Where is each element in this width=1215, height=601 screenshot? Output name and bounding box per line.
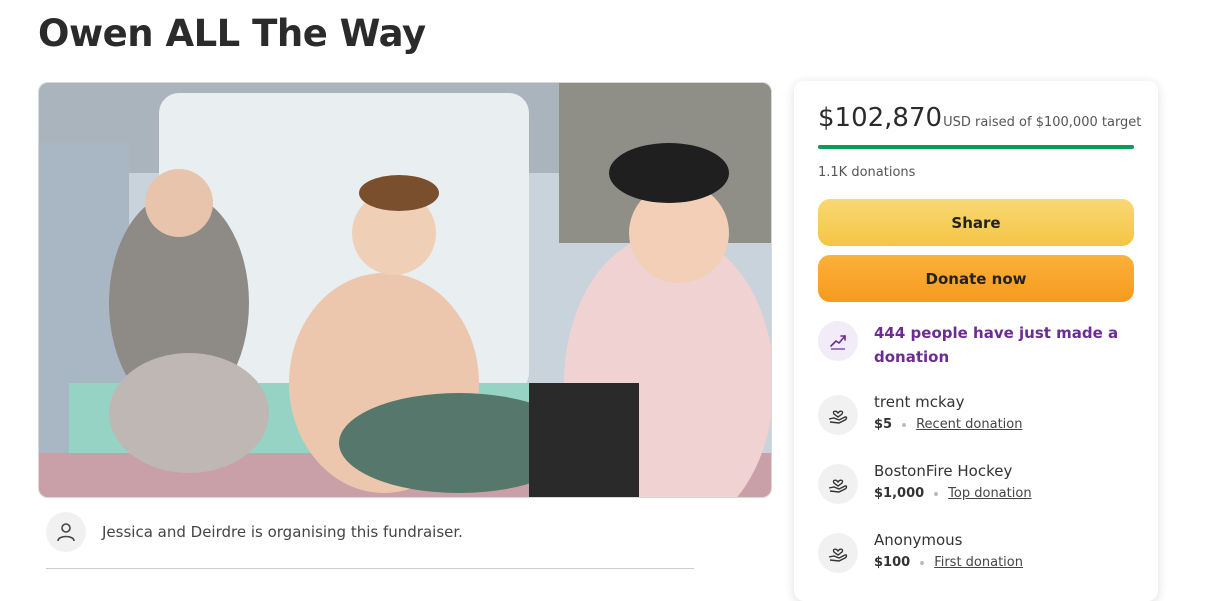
donor-amount: $5 xyxy=(874,417,893,432)
donation-card: $102,870 USD raised of $100,000 target 1… xyxy=(794,81,1158,601)
donor-detail: $5 Recent donation xyxy=(874,417,1022,432)
progress-fill xyxy=(818,145,1134,149)
separator-dot xyxy=(902,422,907,427)
donor-name: Anonymous xyxy=(874,531,963,549)
amount-raised: $102,870 USD raised of $100,000 target xyxy=(818,103,1141,133)
recent-activity-text: 444 people have just made a donation xyxy=(874,324,1119,366)
donor-detail: $100 First donation xyxy=(874,555,1023,570)
donor-item: BostonFire Hockey $1,000 Top donation xyxy=(818,462,1032,504)
donor-item: Anonymous $100 First donation xyxy=(818,531,1023,573)
separator-dot xyxy=(920,560,925,565)
donor-item: trent mckay $5 Recent donation xyxy=(818,393,1022,435)
divider xyxy=(46,568,694,569)
campaign-photo xyxy=(38,82,772,498)
separator-dot xyxy=(934,491,939,496)
organiser-text: Jessica and Deirdre is organising this f… xyxy=(102,523,463,541)
recent-activity: 444 people have just made a donation xyxy=(818,321,1134,369)
trending-up-icon xyxy=(818,321,858,361)
donor-amount: $1,000 xyxy=(874,486,925,501)
hand-heart-icon xyxy=(818,464,858,504)
raised-meta: USD raised of $100,000 target xyxy=(943,115,1142,130)
donor-name: trent mckay xyxy=(874,393,965,411)
page-title: Owen ALL The Way xyxy=(38,12,426,55)
user-icon xyxy=(46,512,86,552)
organiser-row: Jessica and Deirdre is organising this f… xyxy=(46,512,463,552)
donate-button[interactable]: Donate now xyxy=(818,255,1134,302)
donor-detail: $1,000 Top donation xyxy=(874,486,1032,501)
raised-amount: $102,870 xyxy=(818,103,943,133)
hand-heart-icon xyxy=(818,533,858,573)
donor-tag-link[interactable]: Top donation xyxy=(948,486,1031,501)
donor-amount: $100 xyxy=(874,555,911,570)
share-button[interactable]: Share xyxy=(818,199,1134,246)
progress-bar xyxy=(818,145,1134,149)
donor-name: BostonFire Hockey xyxy=(874,462,1013,480)
donor-tag-link[interactable]: Recent donation xyxy=(916,417,1022,432)
hand-heart-icon xyxy=(818,395,858,435)
campaign-photo-image xyxy=(39,83,771,497)
donor-tag-link[interactable]: First donation xyxy=(934,555,1023,570)
donation-count: 1.1K donations xyxy=(818,165,916,180)
